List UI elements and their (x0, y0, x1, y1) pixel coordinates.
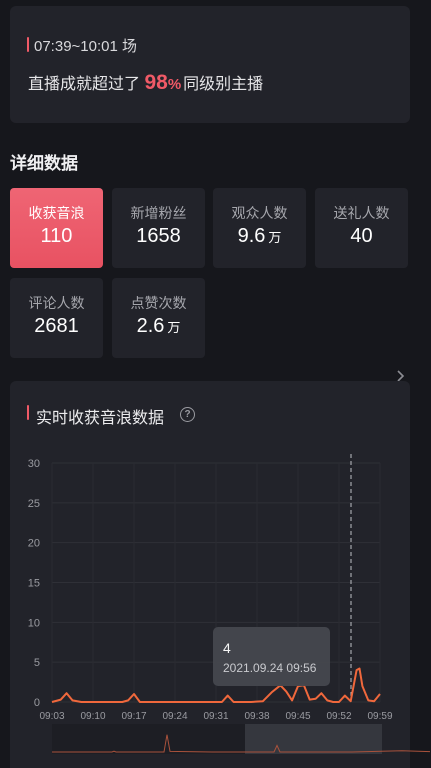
x-tick-label: 09:45 (285, 711, 310, 722)
stat-value: 40 (350, 225, 373, 247)
chart-title: 实时收获音浪数据 (36, 410, 165, 427)
stat-label: 新增粉丝 (130, 205, 187, 221)
stat-label: 观众人数 (231, 205, 288, 221)
summary-card (10, 6, 410, 123)
achievement-text: 直播成就超过了 98% 同级别主播 (28, 70, 263, 95)
tooltip-value: 4 (223, 640, 231, 656)
x-tick-label: 09:52 (326, 711, 351, 722)
question-circle-icon[interactable]: ? (180, 407, 195, 422)
stat-unit: 万 (268, 230, 282, 245)
stat-value: 2.6 万 (136, 315, 181, 337)
stat-tile-viewers[interactable]: 观众人数 9.6 万 (213, 188, 306, 268)
x-tick-label: 09:38 (244, 711, 269, 722)
x-tick-label: 09:59 (367, 711, 392, 722)
stat-value: 110 (40, 225, 73, 247)
stat-tile-gift-income[interactable]: 收获音浪 110 (10, 188, 103, 268)
x-tick-label: 09:17 (121, 711, 146, 722)
stat-tile-gifters[interactable]: 送礼人数 40 (315, 188, 408, 268)
stat-label: 送礼人数 (333, 205, 390, 221)
x-tick-label: 09:31 (203, 711, 228, 722)
y-tick-label: 10 (28, 617, 40, 629)
stat-tile-new-followers[interactable]: 新增粉丝 1658 (112, 188, 205, 268)
achievement-suffix: 同级别主播 (183, 76, 264, 93)
stat-tile-likes[interactable]: 点赞次数 2.6 万 (112, 278, 205, 358)
y-tick-label: 25 (28, 498, 40, 510)
x-tick-label: 09:10 (80, 711, 105, 722)
y-tick-label: 15 (28, 578, 40, 590)
x-tick-label: 09:24 (162, 711, 187, 722)
achievement-percent: 98 (144, 71, 168, 94)
stat-label: 点赞次数 (130, 295, 187, 311)
y-tick-label: 30 (28, 458, 40, 470)
realtime-line-chart: 051015202530 09:03 09:10 09:17 09:24 09:31 09… (28, 454, 431, 754)
stat-value: 2681 (34, 315, 79, 337)
stat-label: 收获音浪 (28, 205, 85, 221)
x-axis-labels: 09:03 09:10 09:17 09:24 09:31 09:38 09:45 09:52… (39, 711, 392, 722)
stat-value: 1658 (136, 225, 181, 247)
y-tick-label: 5 (34, 657, 40, 669)
range-selection-window[interactable] (245, 724, 382, 754)
y-tick-label: 20 (28, 538, 40, 550)
x-tick-label: 09:03 (39, 711, 64, 722)
stat-label: 评论人数 (28, 295, 85, 311)
y-tick-label: 0 (34, 697, 40, 709)
stat-value: 9.6 万 (237, 225, 282, 247)
details-section-title: 详细数据 (10, 154, 78, 173)
chart-accent-bar (27, 405, 29, 420)
session-time-range: 07:39~10:01 场 (34, 38, 138, 55)
tooltip-time: 2021.09.24 09:56 (223, 661, 317, 675)
chart-tooltip: 4 2021.09.24 09:56 (213, 627, 330, 686)
achievement-percent-sign: % (167, 76, 182, 93)
achievement-prefix: 直播成就超过了 (28, 76, 141, 93)
stat-unit: 万 (167, 320, 181, 335)
stat-tile-commenters[interactable]: 评论人数 2681 (10, 278, 103, 358)
y-axis-labels: 0 5 10 15 20 25 30 (28, 458, 40, 709)
summary-accent-bar (27, 37, 29, 52)
